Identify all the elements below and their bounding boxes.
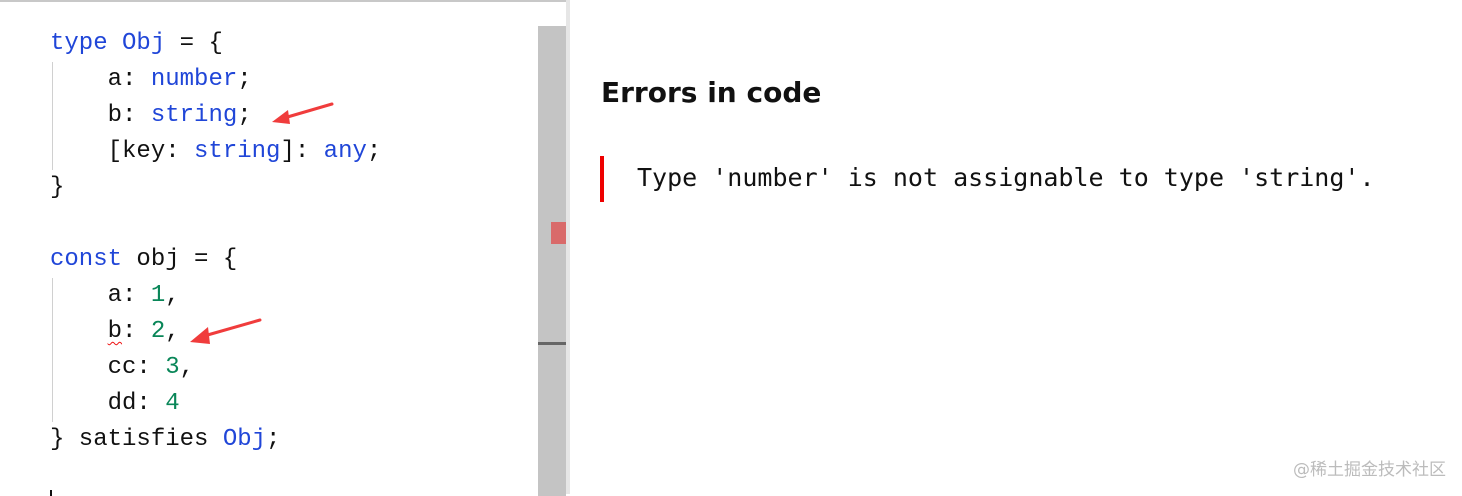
code-line[interactable]: cc: 3,: [50, 350, 381, 386]
code-token: [key:: [50, 138, 195, 165]
code-token: Obj: [222, 426, 267, 453]
code-token: ;: [266, 426, 281, 453]
code-lines[interactable]: type Obj = { a: number; b: string; [key:…: [50, 26, 381, 458]
code-token: ,: [165, 318, 180, 345]
code-token: string: [194, 138, 281, 165]
code-token: }: [50, 174, 65, 201]
error-marker[interactable]: [551, 222, 566, 244]
code-token: b:: [50, 102, 151, 129]
code-token: ,: [165, 282, 180, 309]
code-line[interactable]: [key: string]: any;: [50, 134, 382, 170]
code-token: ]:: [280, 138, 324, 165]
code-token: ,: [179, 354, 195, 381]
code-editor[interactable]: type Obj = { a: number; b: string; [key:…: [0, 0, 568, 496]
code-token: 3: [165, 354, 180, 381]
code-line[interactable]: } satisfies Obj;: [50, 422, 381, 458]
code-line[interactable]: type Obj = {: [50, 26, 381, 62]
code-token: b: [107, 318, 123, 345]
watermark: @稀土掘金技术社区: [1293, 460, 1446, 480]
code-token: cc:: [50, 354, 166, 381]
code-token: 4: [165, 390, 180, 417]
code-line[interactable]: a: 1,: [50, 278, 381, 314]
errors-panel: Errors in code Type 'number' is not assi…: [570, 0, 1462, 494]
code-token: any: [323, 138, 367, 165]
code-token: number: [150, 66, 238, 93]
code-token: Obj: [122, 30, 166, 57]
code-token: } satisfies: [50, 426, 223, 453]
code-token: ;: [366, 138, 382, 165]
annotation-arrow-icon: [272, 102, 334, 124]
code-token: 2: [150, 318, 166, 345]
code-line[interactable]: a: number;: [50, 62, 381, 98]
code-token: type: [50, 30, 108, 57]
code-token: const: [50, 246, 123, 273]
code-token: obj = {: [122, 246, 238, 273]
code-token: ;: [237, 66, 252, 93]
code-token: dd:: [50, 390, 166, 417]
code-line[interactable]: const obj = {: [50, 242, 381, 278]
code-line[interactable]: }: [50, 170, 381, 206]
code-token: 1: [150, 282, 166, 309]
code-token: :: [122, 318, 151, 345]
errors-title: Errors in code: [601, 76, 822, 109]
code-token: string: [150, 102, 238, 129]
cursor-position-marker: [538, 342, 566, 345]
code-token: ;: [237, 102, 252, 129]
error-indicator: [600, 156, 604, 202]
text-cursor: [50, 490, 52, 496]
annotation-arrow-icon: [190, 318, 262, 344]
editor-scrollbar[interactable]: [538, 26, 566, 496]
code-token: a:: [50, 282, 151, 309]
code-line[interactable]: dd: 4: [50, 386, 381, 422]
code-token: a:: [50, 66, 151, 93]
code-line[interactable]: [50, 206, 381, 242]
error-message[interactable]: Type 'number' is not assignable to type …: [637, 163, 1375, 192]
code-token: = {: [165, 30, 223, 57]
